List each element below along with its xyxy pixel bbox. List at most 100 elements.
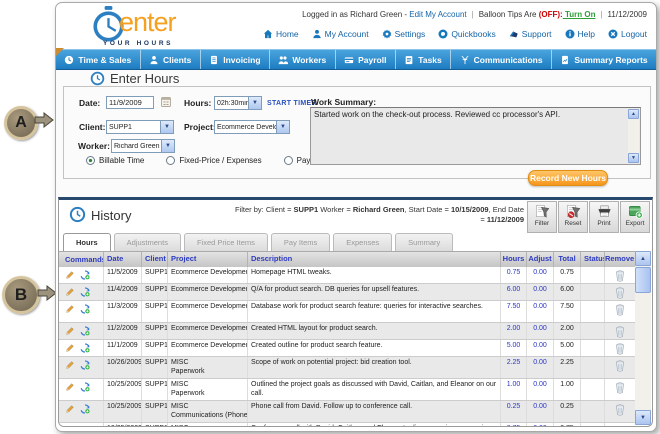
column-header-status[interactable]: Status bbox=[581, 252, 605, 267]
column-header-hours[interactable]: Hours bbox=[501, 252, 527, 267]
hours-cell: 2.00 bbox=[501, 323, 527, 339]
reset-button[interactable]: Reset bbox=[558, 201, 588, 233]
filter-button[interactable]: Filter bbox=[527, 201, 557, 233]
radio-label: Billable Time bbox=[99, 156, 145, 165]
menu-item-logout[interactable]: Logout bbox=[608, 29, 647, 39]
column-header-description[interactable]: Description bbox=[248, 252, 501, 267]
client-select[interactable]: SUPP1 ▼ bbox=[106, 120, 174, 134]
filter-text: Filter by: Client = bbox=[234, 205, 294, 214]
history-tab-pay-items[interactable]: Pay Items bbox=[270, 233, 331, 251]
nav-tab-invoicing[interactable]: Invoicing bbox=[201, 50, 270, 69]
column-header-client[interactable]: Client bbox=[142, 252, 168, 267]
nav-tab-summary-reports[interactable]: Summary Reports bbox=[552, 50, 656, 69]
copy-icon[interactable] bbox=[80, 426, 90, 427]
scrollbar-thumb[interactable] bbox=[635, 267, 651, 293]
trash-icon[interactable] bbox=[615, 304, 625, 316]
calendar-icon[interactable] bbox=[160, 96, 172, 108]
start-timer-link[interactable]: START TIMER bbox=[267, 100, 317, 107]
menu-item-settings[interactable]: Settings bbox=[382, 29, 425, 39]
menu-item-label: Support bbox=[521, 29, 552, 39]
export-button[interactable]: Export bbox=[620, 201, 650, 233]
adjust-cell: 0.00 bbox=[527, 423, 554, 426]
scroll-down-icon[interactable]: ▼ bbox=[628, 153, 639, 163]
edit-icon[interactable] bbox=[65, 360, 75, 370]
action-label: Export bbox=[625, 220, 645, 227]
copy-icon[interactable] bbox=[80, 304, 90, 314]
menu-item-my-account[interactable]: My Account bbox=[312, 29, 369, 39]
app-window: enter YOUR HOURS Logged in as Richard Gr… bbox=[55, 2, 657, 432]
date-input[interactable] bbox=[106, 96, 154, 109]
copy-icon[interactable] bbox=[80, 382, 90, 392]
edit-icon[interactable] bbox=[65, 426, 75, 427]
trash-icon[interactable] bbox=[615, 270, 625, 282]
edit-icon[interactable] bbox=[65, 382, 75, 392]
history-tab-summary[interactable]: Summary bbox=[395, 233, 454, 251]
edit-icon[interactable] bbox=[65, 304, 75, 314]
history-tab-adjustments[interactable]: Adjustments bbox=[113, 233, 181, 251]
copy-icon[interactable] bbox=[80, 360, 90, 370]
main-nav-bar: Time & Sales Clients Invoicing Workers Payro… bbox=[56, 49, 656, 70]
trash-icon[interactable] bbox=[615, 343, 625, 355]
edit-icon[interactable] bbox=[65, 326, 75, 336]
trash-icon[interactable] bbox=[615, 404, 625, 416]
edit-icon[interactable] bbox=[65, 404, 75, 414]
history-tab-fixed-price-items[interactable]: Fixed Price Items bbox=[183, 233, 268, 251]
menu-item-help[interactable]: Help bbox=[565, 29, 595, 39]
scroll-down-icon[interactable]: ▼ bbox=[635, 410, 651, 425]
project-cell: Ecommerce Development bbox=[168, 301, 248, 322]
menu-item-home[interactable]: Home bbox=[263, 29, 299, 39]
filter-value: 11/12/2009 bbox=[486, 215, 524, 224]
menu-item-support[interactable]: Support bbox=[509, 29, 552, 39]
worker-select[interactable]: Richard Green ▼ bbox=[111, 139, 175, 153]
menu-item-quickbooks[interactable]: Quickbooks bbox=[438, 29, 496, 39]
hours-cell: 7.50 bbox=[501, 301, 527, 322]
nav-tab-workers[interactable]: Workers bbox=[270, 50, 336, 69]
turn-on-link[interactable]: Turn On bbox=[563, 10, 596, 19]
trash-icon[interactable] bbox=[615, 426, 625, 427]
edit-icon[interactable] bbox=[65, 270, 75, 280]
work-summary-textarea[interactable]: Started work on the check-out process. R… bbox=[310, 107, 641, 165]
support-icon bbox=[509, 29, 519, 39]
help-icon bbox=[565, 29, 575, 39]
column-header-total[interactable]: Total bbox=[554, 252, 581, 267]
nav-tab-payroll[interactable]: Payroll bbox=[336, 50, 396, 69]
work-summary-scrollbar[interactable]: ▲ ▼ bbox=[628, 109, 639, 163]
project-select[interactable]: Ecommerce Develop ▼ bbox=[214, 120, 290, 134]
remove-cell bbox=[605, 340, 635, 356]
edit-icon[interactable] bbox=[65, 343, 75, 353]
column-header-remove[interactable]: Remove bbox=[605, 252, 635, 267]
chevron-down-icon: ▼ bbox=[160, 121, 173, 133]
copy-icon[interactable] bbox=[80, 270, 90, 280]
copy-icon[interactable] bbox=[80, 404, 90, 414]
scroll-up-icon[interactable]: ▲ bbox=[635, 251, 651, 266]
copy-icon[interactable] bbox=[80, 343, 90, 353]
copy-icon[interactable] bbox=[80, 287, 90, 297]
trash-icon[interactable] bbox=[615, 360, 625, 372]
print-icon bbox=[597, 204, 612, 219]
trash-icon[interactable] bbox=[615, 382, 625, 394]
nav-tab-communications[interactable]: Communications bbox=[451, 50, 552, 69]
radio-billable-time[interactable]: Billable Time bbox=[86, 156, 144, 165]
edit-my-account-link[interactable]: Edit My Account bbox=[409, 10, 466, 19]
history-tab-hours[interactable]: Hours bbox=[63, 233, 111, 251]
copy-icon[interactable] bbox=[80, 326, 90, 336]
scroll-up-icon[interactable]: ▲ bbox=[628, 109, 639, 119]
nav-tab-clients[interactable]: Clients bbox=[141, 50, 201, 69]
nav-tab-tasks[interactable]: Tasks bbox=[396, 50, 452, 69]
print-button[interactable]: Print bbox=[589, 201, 619, 233]
trash-icon[interactable] bbox=[615, 287, 625, 299]
column-header-adjust[interactable]: Adjust bbox=[527, 252, 554, 267]
hours-select[interactable]: 02h:30min ▼ bbox=[214, 96, 262, 110]
trash-icon[interactable] bbox=[615, 326, 625, 338]
history-scrollbar[interactable]: ▲ ▼ bbox=[635, 251, 651, 425]
record-new-hours-button[interactable]: Record New Hours bbox=[528, 170, 608, 186]
filter-value: Richard Green bbox=[352, 205, 405, 214]
enter-your-hours-logo[interactable]: enter YOUR HOURS bbox=[91, 5, 261, 49]
column-header-date[interactable]: Date bbox=[104, 252, 142, 267]
history-tab-expenses[interactable]: Expenses bbox=[333, 233, 393, 251]
nav-tab-time-sales[interactable]: Time & Sales bbox=[56, 50, 141, 69]
edit-icon[interactable] bbox=[65, 287, 75, 297]
column-header-commands[interactable]: Commands bbox=[59, 252, 104, 267]
radio-fixed-price-expenses[interactable]: Fixed-Price / Expenses bbox=[166, 156, 262, 165]
column-header-project[interactable]: Project bbox=[168, 252, 248, 267]
